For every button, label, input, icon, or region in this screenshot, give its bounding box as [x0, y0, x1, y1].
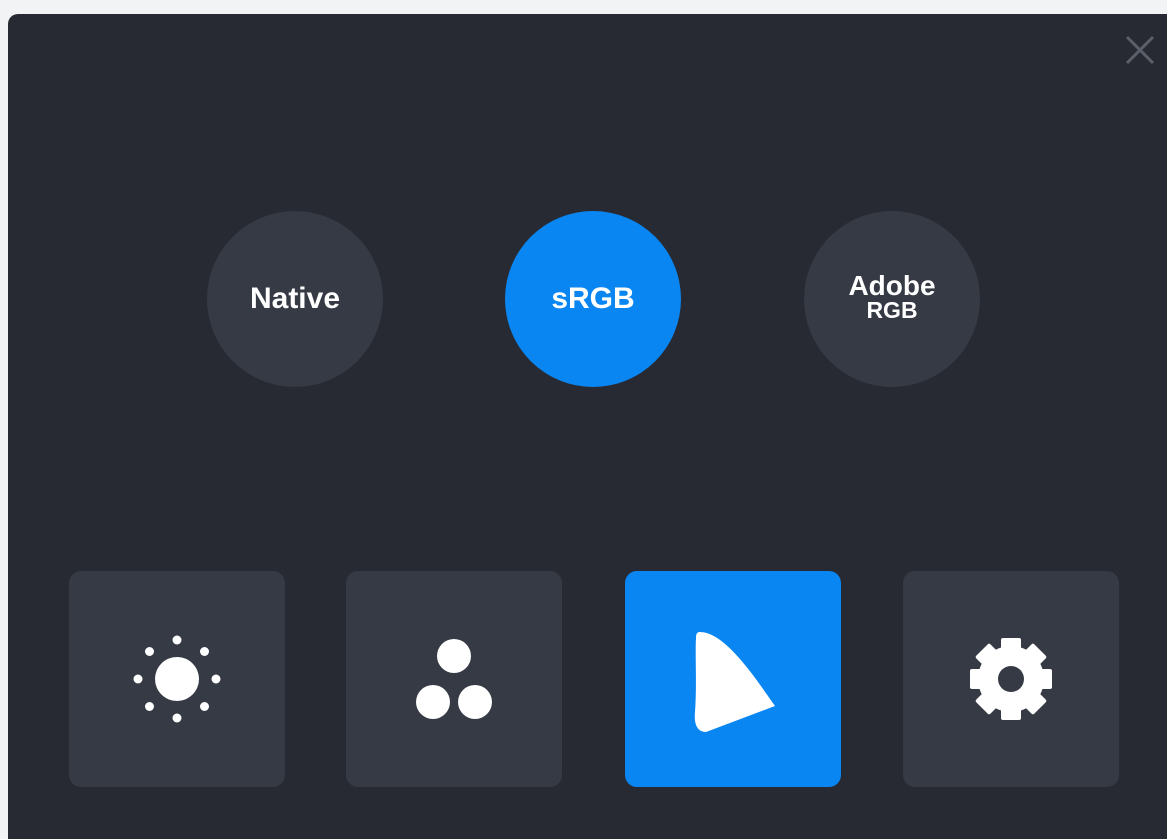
color-gamut-icon [694, 632, 775, 732]
native-mode-button[interactable]: Native [207, 211, 383, 387]
gear-icon [970, 638, 1052, 720]
color-channels-button[interactable] [346, 571, 562, 787]
srgb-mode-button[interactable]: sRGB [505, 211, 681, 387]
brightness-button[interactable] [69, 571, 285, 787]
adobe-rgb-mode-label-line2: RGB [866, 297, 918, 323]
color-mode-panel: Native sRGB Adobe RGB [8, 14, 1167, 839]
adobe-rgb-mode-button[interactable]: Adobe RGB [804, 211, 980, 387]
srgb-mode-label: sRGB [551, 282, 635, 315]
settings-button[interactable] [903, 571, 1119, 787]
color-gamut-button[interactable] [625, 571, 841, 787]
adobe-rgb-mode-label-line1: Adobe [848, 270, 936, 301]
close-button[interactable] [1120, 30, 1160, 70]
brightness-icon [133, 635, 221, 723]
color-channels-icon [416, 639, 492, 719]
close-icon [1125, 35, 1155, 65]
native-mode-label: Native [249, 282, 341, 315]
